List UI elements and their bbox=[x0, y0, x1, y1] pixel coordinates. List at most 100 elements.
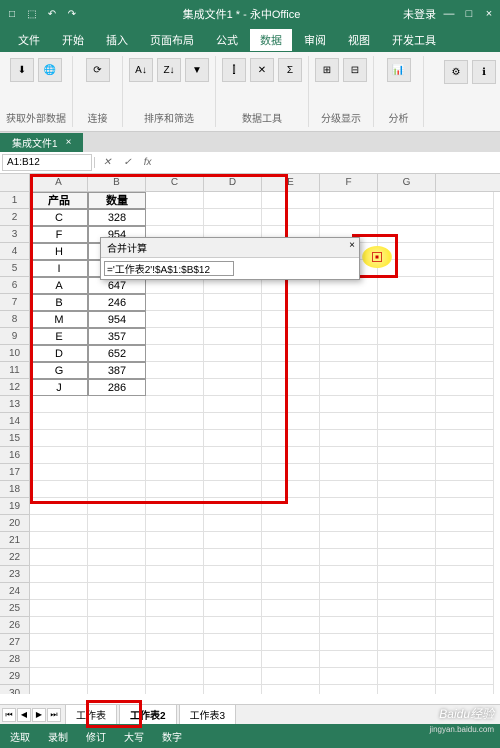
cell[interactable] bbox=[88, 481, 146, 498]
web-query-button[interactable]: 🌐 bbox=[38, 58, 62, 82]
sheet-tab[interactable]: 工作表2 bbox=[119, 704, 177, 726]
cell[interactable]: I bbox=[30, 260, 88, 277]
cell[interactable] bbox=[262, 311, 320, 328]
cell[interactable] bbox=[436, 243, 494, 260]
row-header[interactable]: 12 bbox=[0, 379, 30, 396]
cell[interactable] bbox=[146, 345, 204, 362]
cell[interactable] bbox=[204, 532, 262, 549]
cell[interactable]: 286 bbox=[88, 379, 146, 396]
cell[interactable] bbox=[320, 362, 378, 379]
cell[interactable] bbox=[262, 600, 320, 617]
tab-view[interactable]: 视图 bbox=[338, 29, 380, 51]
filter-button[interactable]: ▼ bbox=[185, 58, 209, 82]
cell[interactable] bbox=[436, 447, 494, 464]
row-header[interactable]: 14 bbox=[0, 413, 30, 430]
cell[interactable] bbox=[30, 617, 88, 634]
cell[interactable] bbox=[436, 515, 494, 532]
cell[interactable] bbox=[204, 396, 262, 413]
row-header[interactable]: 28 bbox=[0, 651, 30, 668]
row-header[interactable]: 11 bbox=[0, 362, 30, 379]
row-header[interactable]: 29 bbox=[0, 668, 30, 685]
col-header[interactable]: E bbox=[262, 174, 320, 191]
cell[interactable]: 328 bbox=[88, 209, 146, 226]
cell[interactable] bbox=[378, 294, 436, 311]
cell[interactable] bbox=[378, 277, 436, 294]
cell[interactable] bbox=[30, 634, 88, 651]
cell[interactable] bbox=[30, 583, 88, 600]
cell[interactable] bbox=[146, 430, 204, 447]
cell[interactable] bbox=[204, 685, 262, 694]
row-header[interactable]: 8 bbox=[0, 311, 30, 328]
cell[interactable] bbox=[378, 685, 436, 694]
qat-print-icon[interactable]: ⬚ bbox=[24, 6, 40, 22]
cell[interactable] bbox=[436, 532, 494, 549]
sort-asc-button[interactable]: A↓ bbox=[129, 58, 153, 82]
cell[interactable] bbox=[320, 192, 378, 209]
cell[interactable] bbox=[262, 668, 320, 685]
cell[interactable] bbox=[436, 260, 494, 277]
cell[interactable] bbox=[320, 294, 378, 311]
first-sheet-icon[interactable]: ⏮ bbox=[2, 708, 16, 722]
cell[interactable] bbox=[204, 362, 262, 379]
cell[interactable] bbox=[436, 396, 494, 413]
cell[interactable]: B bbox=[30, 294, 88, 311]
cell[interactable] bbox=[88, 617, 146, 634]
close-tab-icon[interactable]: × bbox=[66, 137, 72, 148]
cell[interactable] bbox=[262, 634, 320, 651]
cell[interactable] bbox=[204, 600, 262, 617]
cell[interactable] bbox=[378, 549, 436, 566]
select-all-corner[interactable] bbox=[0, 174, 30, 191]
status-record[interactable]: 录制 bbox=[44, 729, 72, 744]
cell[interactable] bbox=[146, 192, 204, 209]
cell[interactable] bbox=[378, 600, 436, 617]
cell[interactable] bbox=[262, 294, 320, 311]
cell[interactable] bbox=[320, 685, 378, 694]
cell[interactable] bbox=[378, 583, 436, 600]
cell[interactable] bbox=[30, 668, 88, 685]
remove-duplicates-button[interactable]: ✕ bbox=[250, 58, 274, 82]
cell[interactable] bbox=[146, 379, 204, 396]
cell[interactable] bbox=[88, 447, 146, 464]
ribbon-collapse-icon[interactable]: ℹ bbox=[472, 60, 496, 84]
cell[interactable] bbox=[88, 600, 146, 617]
sort-desc-button[interactable]: Z↓ bbox=[157, 58, 181, 82]
sheet-tab[interactable]: 工作表3 bbox=[179, 704, 237, 725]
cell[interactable] bbox=[378, 532, 436, 549]
cell[interactable]: 387 bbox=[88, 362, 146, 379]
cell[interactable] bbox=[436, 413, 494, 430]
col-header[interactable]: A bbox=[30, 174, 88, 191]
tab-data[interactable]: 数据 bbox=[250, 29, 292, 51]
cell[interactable]: J bbox=[30, 379, 88, 396]
cell[interactable] bbox=[262, 549, 320, 566]
consolidate-button[interactable]: Σ bbox=[278, 58, 302, 82]
cell[interactable] bbox=[30, 413, 88, 430]
row-header[interactable]: 4 bbox=[0, 243, 30, 260]
cell[interactable] bbox=[378, 498, 436, 515]
group-button[interactable]: ⊞ bbox=[315, 58, 339, 82]
row-header[interactable]: 26 bbox=[0, 617, 30, 634]
cell[interactable] bbox=[436, 311, 494, 328]
cell[interactable] bbox=[436, 566, 494, 583]
cell[interactable] bbox=[378, 192, 436, 209]
cell[interactable] bbox=[30, 532, 88, 549]
cell[interactable] bbox=[378, 634, 436, 651]
cell[interactable] bbox=[88, 651, 146, 668]
row-header[interactable]: 10 bbox=[0, 345, 30, 362]
cell[interactable] bbox=[262, 583, 320, 600]
cell[interactable] bbox=[88, 685, 146, 694]
cell[interactable] bbox=[146, 634, 204, 651]
cell[interactable] bbox=[30, 651, 88, 668]
cell[interactable] bbox=[436, 634, 494, 651]
row-header[interactable]: 9 bbox=[0, 328, 30, 345]
row-header[interactable]: 19 bbox=[0, 498, 30, 515]
next-sheet-icon[interactable]: ▶ bbox=[32, 708, 46, 722]
sheet-tab[interactable]: 工作表 bbox=[65, 704, 117, 725]
col-header[interactable]: F bbox=[320, 174, 378, 191]
cell[interactable] bbox=[204, 634, 262, 651]
cell[interactable]: 652 bbox=[88, 345, 146, 362]
cell[interactable] bbox=[320, 464, 378, 481]
status-revision[interactable]: 修订 bbox=[82, 729, 110, 744]
cell[interactable] bbox=[204, 617, 262, 634]
refresh-all-button[interactable]: ⟳ bbox=[86, 58, 110, 82]
cell[interactable] bbox=[436, 617, 494, 634]
